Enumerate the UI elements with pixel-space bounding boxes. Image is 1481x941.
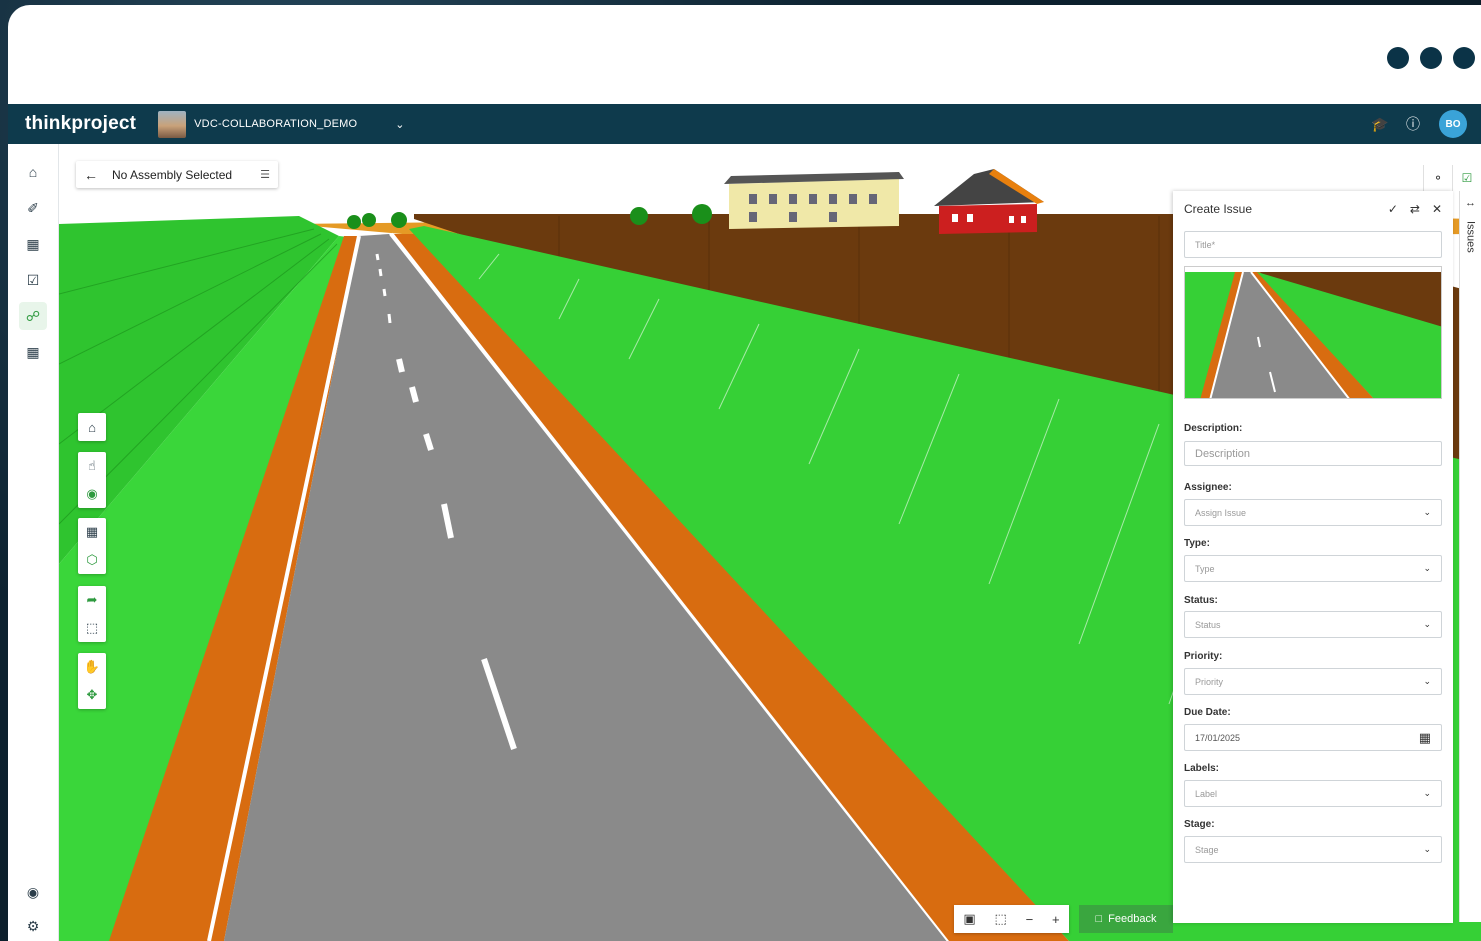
expand-width-icon[interactable]: ↔: [1460, 197, 1481, 209]
chevron-down-icon: ⌄: [1423, 619, 1431, 629]
type-select[interactable]: Type ⌄: [1184, 555, 1442, 582]
window-menu-dots[interactable]: [1387, 47, 1475, 69]
issue-export-icon[interactable]: ☑: [1452, 165, 1481, 191]
app-window: thinkproject VDC-COLLABORATION_DEMO ⌄ 🎓 …: [8, 5, 1481, 941]
apps-grid-icon[interactable]: ▦: [19, 338, 47, 366]
table-icon[interactable]: ▦: [19, 230, 47, 258]
status-select[interactable]: Status ⌄: [1184, 611, 1442, 638]
tools-icon[interactable]: ✐: [19, 194, 47, 222]
grid-cube-group: ▦ ⬡: [78, 518, 106, 574]
panel-header: Create Issue ✓ ⇄ ✕: [1173, 191, 1453, 227]
chevron-down-icon: ⌄: [1423, 676, 1431, 686]
priority-label: Priority:: [1184, 651, 1223, 662]
top-bar: thinkproject VDC-COLLABORATION_DEMO ⌄ 🎓 …: [8, 104, 1481, 144]
issues-tab-label[interactable]: Issues: [1465, 221, 1477, 253]
stage-placeholder: Stage: [1195, 844, 1219, 855]
labels-placeholder: Label: [1195, 788, 1218, 799]
panel-title: Create Issue: [1184, 202, 1253, 216]
model-link-icon[interactable]: ☍: [19, 302, 47, 330]
assignee-select[interactable]: Assign Issue ⌄: [1184, 499, 1442, 526]
grid-icon[interactable]: ▦: [78, 518, 106, 546]
left-sidebar: ⌂ ✐ ▦ ☑ ☍ ▦ ◉ ⚙: [8, 144, 59, 941]
back-arrow-icon[interactable]: ←: [84, 167, 102, 183]
chevron-down-icon: ⌄: [1423, 844, 1431, 854]
labels-label: Labels:: [1184, 763, 1220, 774]
due-date-value: 17/01/2025: [1195, 732, 1241, 743]
project-name[interactable]: VDC-COLLABORATION_DEMO: [194, 118, 357, 130]
zoom-area-icon[interactable]: ⬚: [994, 911, 1006, 927]
assembly-selector[interactable]: ← No Assembly Selected ☰: [76, 161, 278, 188]
assembly-label: No Assembly Selected: [112, 167, 233, 182]
description-placeholder: Description: [1195, 447, 1251, 460]
assignee-placeholder: Assign Issue: [1195, 507, 1247, 518]
fit-view-icon[interactable]: ▣: [963, 911, 975, 927]
walk-camera-group: ☝ ◉: [78, 452, 106, 508]
orbit-icon[interactable]: ✥: [78, 681, 106, 709]
feedback-icon: □: [1095, 913, 1103, 925]
settings-icon[interactable]: ⚙: [19, 912, 47, 940]
description-input[interactable]: Description: [1184, 441, 1442, 466]
select-pointer-icon[interactable]: ➦: [78, 586, 106, 614]
layers-icon[interactable]: ☰: [260, 168, 270, 181]
priority-placeholder: Priority: [1195, 676, 1224, 687]
close-icon[interactable]: ✕: [1432, 202, 1442, 216]
chevron-down-icon[interactable]: ⌄: [395, 118, 404, 131]
chevron-down-icon: ⌄: [1423, 563, 1431, 573]
stage-select[interactable]: Stage ⌄: [1184, 836, 1442, 863]
description-label: Description:: [1184, 423, 1243, 434]
split-view-icon[interactable]: ⇄: [1410, 202, 1420, 216]
due-date-label: Due Date:: [1184, 707, 1231, 718]
app-logo[interactable]: thinkproject: [25, 113, 136, 135]
chevron-down-icon: ⌄: [1423, 788, 1431, 798]
feedback-button[interactable]: □ Feedback: [1079, 905, 1173, 933]
pan-hand-icon[interactable]: ✋: [78, 653, 106, 681]
avatar[interactable]: BO: [1439, 110, 1467, 138]
type-label: Type:: [1184, 538, 1210, 549]
home-view-icon[interactable]: ⌂: [78, 413, 106, 441]
priority-select[interactable]: Priority ⌄: [1184, 668, 1442, 695]
right-panel-tabs: ⚬ ☑: [1423, 165, 1481, 191]
tag-icon[interactable]: ⚬: [1423, 165, 1452, 191]
camera-icon[interactable]: ◉: [78, 480, 106, 508]
due-date-input[interactable]: 17/01/2025 ▦: [1184, 724, 1442, 751]
create-issue-panel: Create Issue ✓ ⇄ ✕ Title* Description: D…: [1173, 191, 1453, 923]
labels-select[interactable]: Label ⌄: [1184, 780, 1442, 807]
select-group: ➦ ⬚: [78, 586, 106, 642]
box-select-icon[interactable]: ⬚: [78, 614, 106, 642]
checklist-icon[interactable]: ☑: [19, 266, 47, 294]
issues-side-tab[interactable]: ↔ Issues: [1459, 191, 1481, 922]
confirm-check-icon[interactable]: ✓: [1388, 202, 1398, 216]
walk-mode-icon[interactable]: ☝: [78, 452, 106, 480]
title-input[interactable]: Title*: [1184, 231, 1442, 258]
zoom-in-icon[interactable]: +: [1052, 912, 1060, 927]
viewer-zoom-bar: ▣ ⬚ − +: [954, 905, 1069, 933]
calendar-icon[interactable]: ▦: [1419, 730, 1431, 746]
status-placeholder: Status: [1195, 619, 1221, 630]
assignee-label: Assignee:: [1184, 482, 1232, 493]
stage-label: Stage:: [1184, 819, 1215, 830]
chevron-down-icon: ⌄: [1423, 507, 1431, 517]
type-placeholder: Type: [1195, 563, 1215, 574]
view-home-group: ⌂: [78, 413, 106, 441]
help-icon[interactable]: ⓘ: [1405, 114, 1421, 134]
feedback-label: Feedback: [1108, 913, 1157, 925]
graduation-cap-icon[interactable]: 🎓: [1371, 116, 1388, 133]
status-label: Status:: [1184, 595, 1218, 606]
cube-icon[interactable]: ⬡: [78, 546, 106, 574]
issue-snapshot: [1184, 266, 1442, 399]
zoom-out-icon[interactable]: −: [1026, 912, 1034, 927]
home-icon[interactable]: ⌂: [19, 158, 47, 186]
title-placeholder: Title*: [1195, 239, 1216, 250]
pan-orbit-group: ✋ ✥: [78, 653, 106, 709]
project-thumbnail: [158, 110, 187, 138]
user-shield-icon[interactable]: ◉: [19, 878, 47, 906]
